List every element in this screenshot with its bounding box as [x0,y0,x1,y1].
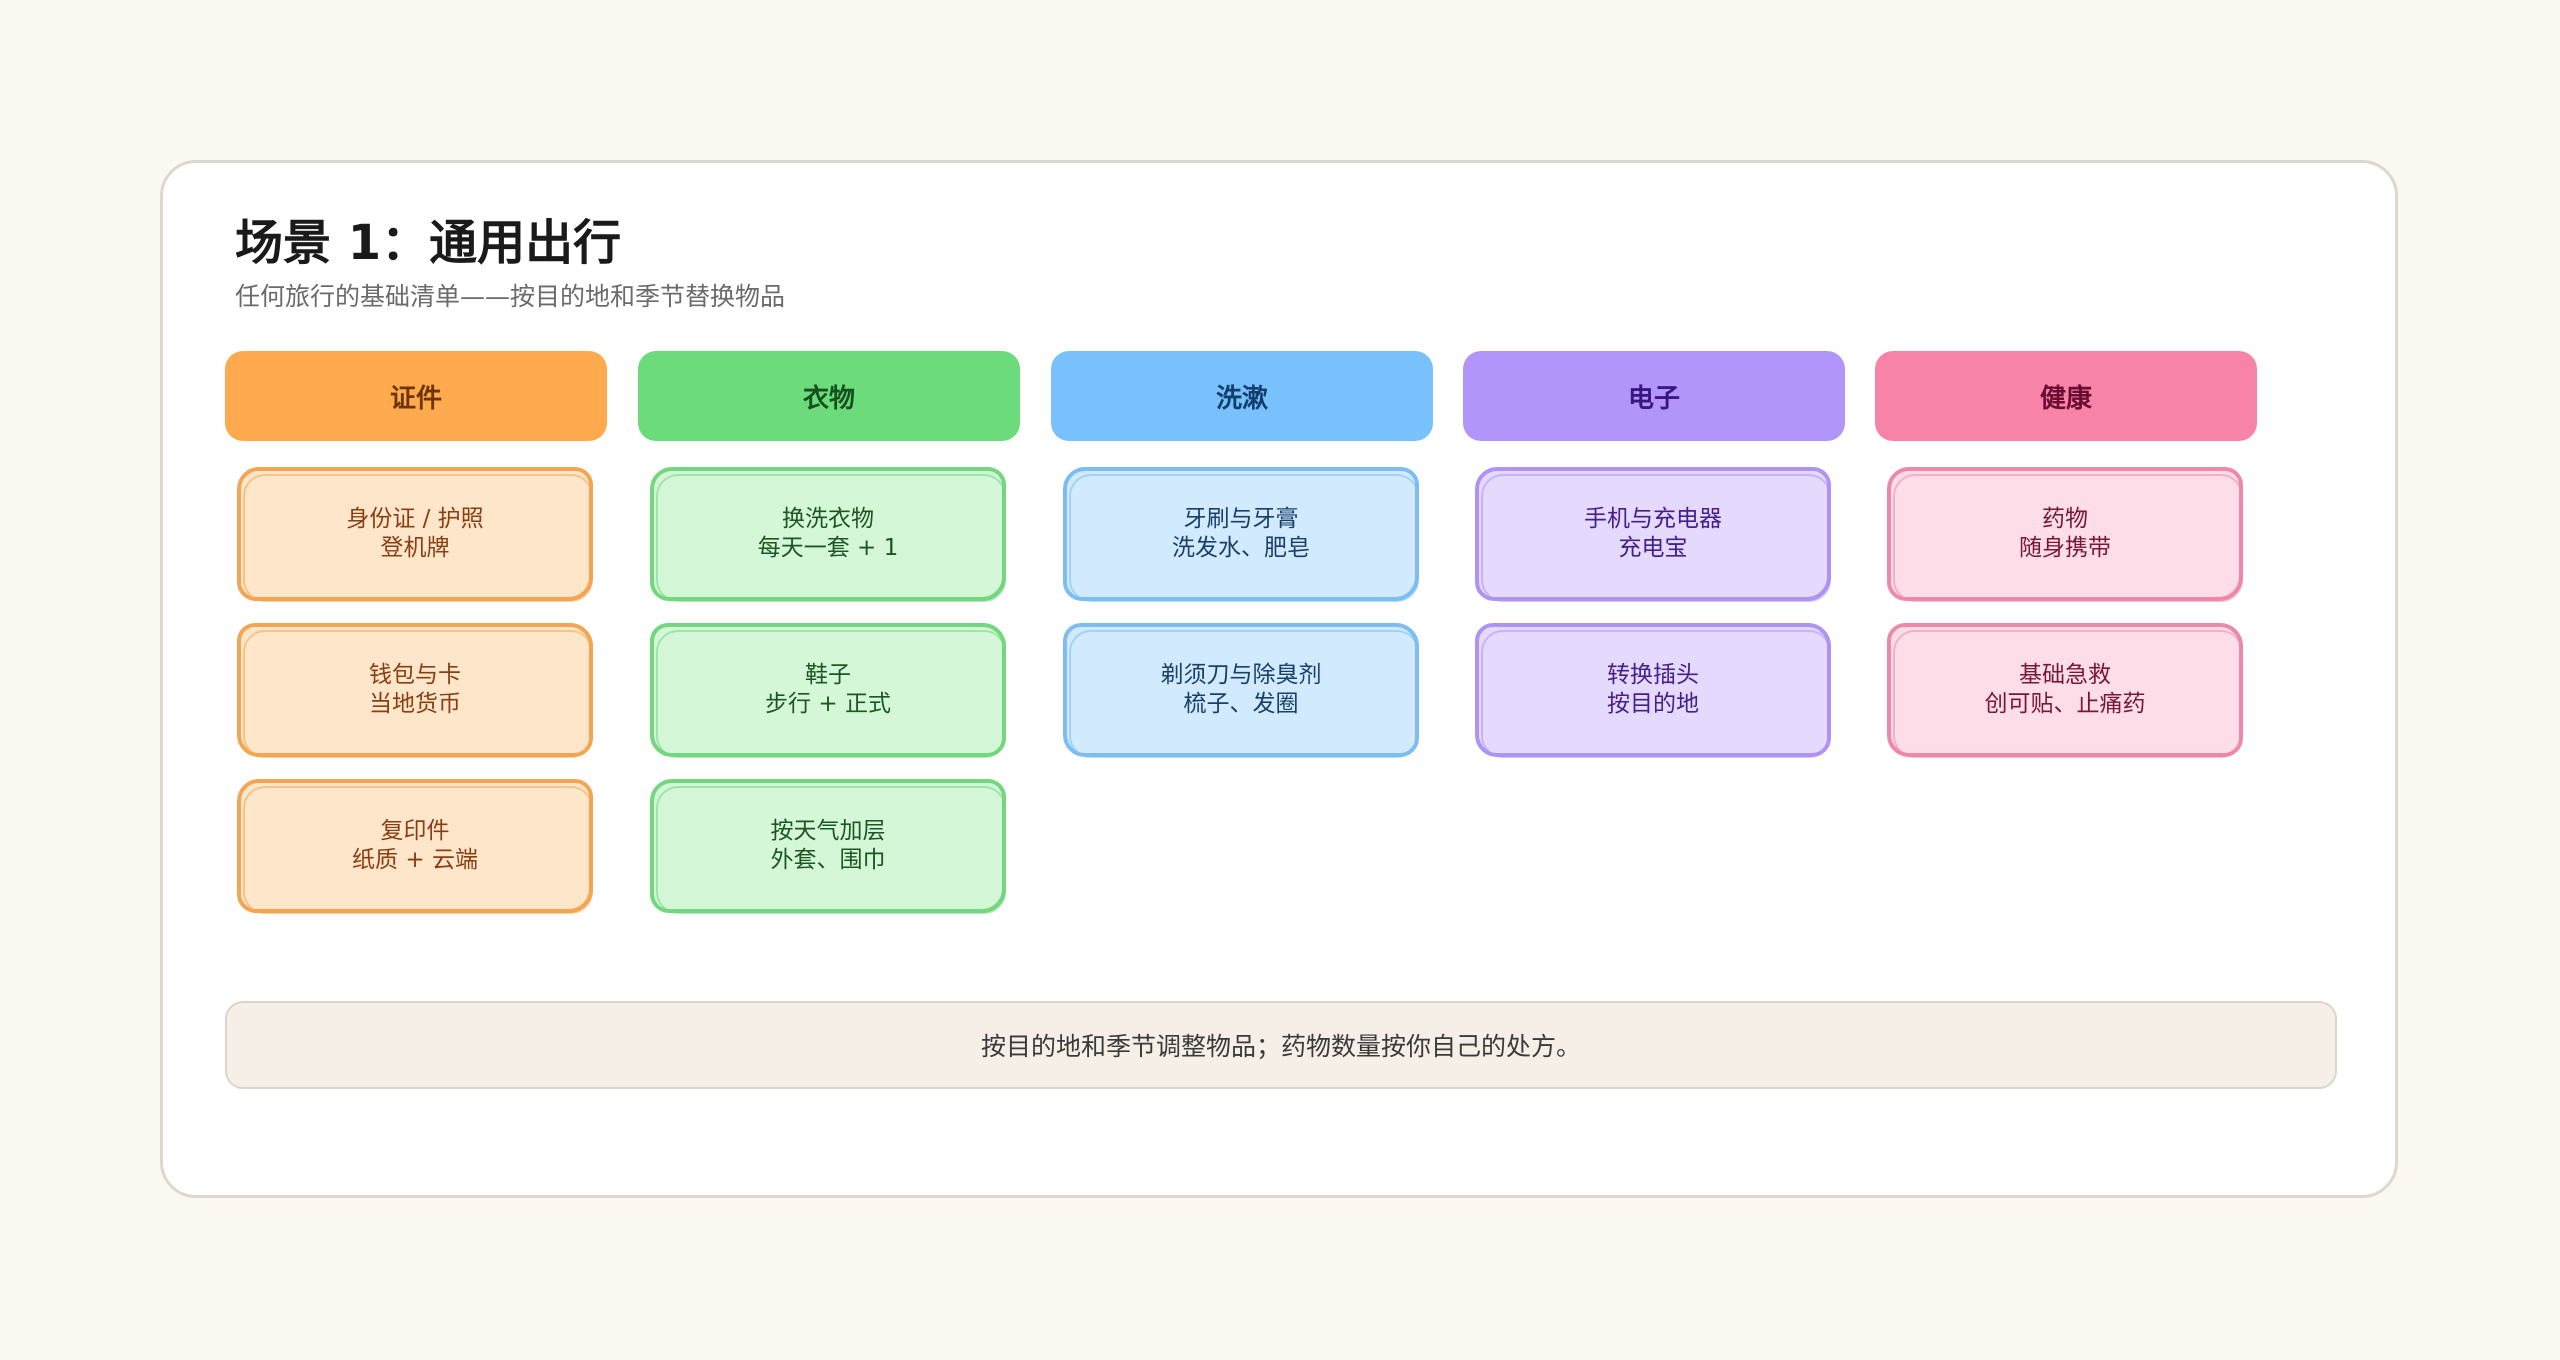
column-toiletries: 洗漱 牙刷与牙膏 洗发水、肥皂 剃须刀与除臭剂 梳子、发圈 [1051,351,1433,779]
column-docs: 证件 身份证 / 护照 登机牌 钱包与卡 当地货币 复印件 纸质 + 云端 [225,351,607,935]
item-title: 转换插头 [1607,662,1699,688]
category-columns: 证件 身份证 / 护照 登机牌 钱包与卡 当地货币 复印件 纸质 + 云端 衣物 [225,351,2325,914]
column-header-clothes: 衣物 [638,351,1020,441]
item-title: 手机与充电器 [1584,506,1722,532]
checklist-item: 转换插头 按目的地 [1475,623,1831,758]
checklist-item: 鞋子 步行 + 正式 [650,623,1006,758]
item-detail: 步行 + 正式 [765,691,891,717]
footer-note: 按目的地和季节调整物品；药物数量按你自己的处方。 [225,1001,2337,1089]
checklist-item: 手机与充电器 充电宝 [1475,467,1831,602]
item-detail: 充电宝 [1618,535,1688,561]
column-health: 健康 药物 随身携带 基础急救 创可贴、止痛药 [1875,351,2257,779]
page-subtitle: 任何旅行的基础清单——按目的地和季节替换物品 [235,282,786,311]
item-detail: 外套、围巾 [770,847,886,873]
item-title: 按天气加层 [770,818,886,844]
item-title: 药物 [2042,506,2088,532]
item-detail: 梳子、发圈 [1183,691,1299,717]
item-list-clothes: 换洗衣物 每天一套 + 1 鞋子 步行 + 正式 按天气加层 外套、围巾 [638,467,1020,914]
item-title: 鞋子 [805,662,851,688]
item-detail: 按目的地 [1607,691,1699,717]
checklist-item: 换洗衣物 每天一套 + 1 [650,467,1006,602]
checklist-item: 药物 随身携带 [1887,467,2243,602]
column-header-electronics: 电子 [1463,351,1845,441]
checklist-item: 按天气加层 外套、围巾 [650,779,1006,914]
column-header-toiletries: 洗漱 [1051,351,1433,441]
item-list-docs: 身份证 / 护照 登机牌 钱包与卡 当地货币 复印件 纸质 + 云端 [225,467,607,914]
column-clothes: 衣物 换洗衣物 每天一套 + 1 鞋子 步行 + 正式 按天气加层 外套、围巾 [638,351,1020,935]
item-detail: 登机牌 [380,535,450,561]
item-detail: 纸质 + 云端 [352,847,478,873]
checklist-item: 剃须刀与除臭剂 梳子、发圈 [1063,623,1419,758]
page-title: 场景 1：通用出行 [235,215,622,271]
checklist-item: 钱包与卡 当地货币 [237,623,593,758]
checklist-item: 牙刷与牙膏 洗发水、肥皂 [1063,467,1419,602]
item-title: 复印件 [380,818,450,844]
item-list-toiletries: 牙刷与牙膏 洗发水、肥皂 剃须刀与除臭剂 梳子、发圈 [1051,467,1433,758]
checklist-item: 身份证 / 护照 登机牌 [237,467,593,602]
checklist-item: 复印件 纸质 + 云端 [237,779,593,914]
checklist-item: 基础急救 创可贴、止痛药 [1887,623,2243,758]
item-detail: 创可贴、止痛药 [1984,691,2146,717]
checklist-card: 场景 1：通用出行 任何旅行的基础清单——按目的地和季节替换物品 证件 身份证 … [160,160,2398,1198]
item-title: 牙刷与牙膏 [1183,506,1299,532]
item-list-health: 药物 随身携带 基础急救 创可贴、止痛药 [1875,467,2257,758]
item-detail: 随身携带 [2019,535,2111,561]
column-header-health: 健康 [1875,351,2257,441]
item-title: 剃须刀与除臭剂 [1160,662,1322,688]
item-list-electronics: 手机与充电器 充电宝 转换插头 按目的地 [1463,467,1845,758]
item-detail: 每天一套 + 1 [757,535,899,561]
item-title: 身份证 / 护照 [346,506,484,532]
item-detail: 当地货币 [369,691,461,717]
column-header-docs: 证件 [225,351,607,441]
item-title: 基础急救 [2019,662,2111,688]
column-electronics: 电子 手机与充电器 充电宝 转换插头 按目的地 [1463,351,1845,779]
item-detail: 洗发水、肥皂 [1172,535,1310,561]
item-title: 钱包与卡 [369,662,461,688]
item-title: 换洗衣物 [782,506,874,532]
